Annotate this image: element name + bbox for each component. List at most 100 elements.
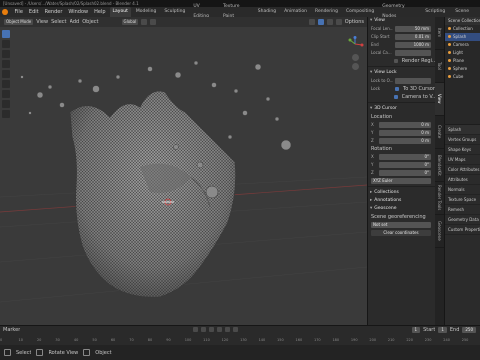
current-frame-field[interactable]: 1 bbox=[411, 326, 421, 333]
outliner-item[interactable]: Camera bbox=[445, 41, 480, 49]
properties-section[interactable]: Remesh bbox=[445, 205, 480, 215]
next-keyframe-icon[interactable] bbox=[225, 327, 231, 332]
measure-tool-icon[interactable] bbox=[2, 100, 10, 108]
outliner-item[interactable]: Splash bbox=[445, 33, 480, 41]
blender-logo-icon[interactable] bbox=[2, 9, 8, 15]
focal-length-field[interactable]: 50 mm bbox=[395, 25, 431, 32]
outliner-item[interactable]: Plane bbox=[445, 57, 480, 65]
overlay-icon[interactable] bbox=[308, 19, 315, 25]
menu-window[interactable]: Window bbox=[66, 7, 90, 17]
menu-file[interactable]: File bbox=[13, 7, 25, 17]
mode-dropdown[interactable]: Object Mode bbox=[4, 19, 34, 25]
zoom-icon[interactable] bbox=[351, 54, 359, 61]
section-collections[interactable]: ▸ Collections bbox=[368, 189, 435, 197]
snap-icon[interactable] bbox=[141, 19, 148, 25]
cursor-tool-icon[interactable] bbox=[2, 40, 10, 48]
cursor-loc-x-field[interactable]: 0 m bbox=[379, 121, 431, 128]
end-frame-field[interactable]: 250 bbox=[462, 326, 477, 333]
properties-section[interactable]: Texture Space bbox=[445, 195, 480, 205]
local-camera-field[interactable] bbox=[395, 49, 431, 56]
properties-section[interactable]: Geometry Data bbox=[445, 215, 480, 225]
pan-hand-icon[interactable] bbox=[351, 63, 359, 70]
tab-view[interactable]: View bbox=[435, 83, 444, 116]
object-menu[interactable]: Object bbox=[82, 19, 98, 25]
cursor-loc-z-field[interactable]: 0 m bbox=[379, 137, 431, 144]
properties-section[interactable]: Vertex Groups bbox=[445, 135, 480, 145]
tab-sculpting[interactable]: Sculpting bbox=[161, 7, 188, 17]
cursor-rot-y-field[interactable]: 0° bbox=[379, 161, 431, 168]
proportional-edit-icon[interactable] bbox=[150, 19, 157, 25]
prev-keyframe-icon[interactable] bbox=[201, 327, 207, 332]
axis-gizmo-icon[interactable] bbox=[344, 36, 366, 50]
tab-tool[interactable]: Tool bbox=[435, 50, 444, 83]
material-shading-icon[interactable] bbox=[326, 19, 333, 25]
properties-section[interactable]: Normals bbox=[445, 185, 480, 195]
outliner-item[interactable]: Sphere bbox=[445, 65, 480, 73]
marker-menu[interactable]: Marker bbox=[3, 327, 20, 333]
section-view[interactable]: ▾ View bbox=[368, 17, 435, 25]
clear-coordinates-button[interactable]: Clear coordinates bbox=[371, 229, 431, 236]
view-menu[interactable]: View bbox=[36, 19, 48, 25]
section-view-lock[interactable]: ▾ View Lock bbox=[368, 69, 435, 77]
section-annotations[interactable]: ▸ Annotations bbox=[368, 197, 435, 205]
tab-render-tools[interactable]: Render Tools bbox=[435, 182, 444, 215]
orientation-dropdown[interactable]: Global bbox=[121, 19, 139, 25]
menu-render[interactable]: Render bbox=[43, 7, 65, 17]
properties-section[interactable]: Custom Properties bbox=[445, 225, 480, 235]
add-cube-tool-icon[interactable] bbox=[2, 110, 10, 118]
tab-blenderkit[interactable]: BlenderKit bbox=[435, 149, 444, 182]
play-reverse-icon[interactable] bbox=[209, 327, 215, 332]
camera-to-view-checkbox[interactable] bbox=[393, 94, 398, 99]
lock-to-object-field[interactable] bbox=[395, 77, 431, 84]
rotate-tool-icon[interactable] bbox=[2, 60, 10, 68]
solid-shading-icon[interactable] bbox=[317, 19, 324, 25]
properties-section[interactable]: UV Maps bbox=[445, 155, 480, 165]
annotate-tool-icon[interactable] bbox=[2, 90, 10, 98]
timeline-ruler[interactable]: 0 10 20 30 40 50 60 70 80 90 100 110 120… bbox=[0, 335, 480, 345]
section-geoscene[interactable]: ▾ Geoscene bbox=[368, 205, 435, 213]
tab-create[interactable]: Create bbox=[435, 116, 444, 149]
tab-rendering[interactable]: Rendering bbox=[312, 7, 341, 17]
select-menu[interactable]: Select bbox=[51, 19, 66, 25]
3d-viewport[interactable] bbox=[0, 17, 367, 325]
clip-end-field[interactable]: 1000 m bbox=[395, 41, 431, 48]
menu-help[interactable]: Help bbox=[92, 7, 107, 17]
to-3d-cursor-checkbox[interactable] bbox=[395, 86, 399, 91]
tab-compositing[interactable]: Compositing bbox=[343, 7, 377, 17]
options-menu[interactable]: Options bbox=[345, 19, 364, 25]
jump-start-icon[interactable] bbox=[193, 327, 199, 332]
properties-object-name[interactable]: Splash bbox=[445, 125, 480, 135]
navigation-gizmo[interactable] bbox=[344, 36, 366, 70]
move-tool-icon[interactable] bbox=[2, 50, 10, 58]
outliner-item[interactable]: Cube bbox=[445, 73, 480, 81]
properties-section[interactable]: Color Attributes bbox=[445, 165, 480, 175]
section-3d-cursor[interactable]: ▾ 3D Cursor bbox=[368, 105, 435, 113]
scene-selector[interactable]: Scene bbox=[452, 7, 472, 17]
transform-tool-icon[interactable] bbox=[2, 80, 10, 88]
play-icon[interactable] bbox=[217, 327, 223, 332]
start-frame-field[interactable]: 1 bbox=[438, 326, 447, 333]
tab-item[interactable]: Item bbox=[435, 17, 444, 50]
jump-end-icon[interactable] bbox=[233, 327, 239, 332]
tab-shading[interactable]: Shading bbox=[255, 7, 279, 17]
tab-layout[interactable]: Layout bbox=[109, 7, 131, 17]
cursor-rot-x-field[interactable]: 0° bbox=[379, 153, 431, 160]
scale-tool-icon[interactable] bbox=[2, 70, 10, 78]
select-box-tool-icon[interactable] bbox=[2, 30, 10, 38]
cursor-loc-y-field[interactable]: 0 m bbox=[379, 129, 431, 136]
rotation-mode-dropdown[interactable]: XYZ Euler bbox=[371, 177, 431, 184]
menu-edit[interactable]: Edit bbox=[27, 7, 41, 17]
tab-scripting[interactable]: Scripting bbox=[422, 7, 448, 17]
tab-animation[interactable]: Animation bbox=[281, 7, 310, 17]
outliner-item[interactable]: Collection bbox=[445, 25, 480, 33]
tab-geoscene[interactable]: Geoscene bbox=[435, 215, 444, 248]
add-menu[interactable]: Add bbox=[70, 19, 80, 25]
outliner-item[interactable]: Light bbox=[445, 49, 480, 57]
clip-start-field[interactable]: 0.01 m bbox=[395, 33, 431, 40]
tab-modeling[interactable]: Modeling bbox=[133, 7, 159, 17]
crs-field[interactable]: Not set bbox=[371, 221, 431, 228]
properties-section[interactable]: Attributes bbox=[445, 175, 480, 185]
cursor-rot-z-field[interactable]: 0° bbox=[379, 169, 431, 176]
properties-section[interactable]: Shape Keys bbox=[445, 145, 480, 155]
rendered-shading-icon[interactable] bbox=[335, 19, 342, 25]
